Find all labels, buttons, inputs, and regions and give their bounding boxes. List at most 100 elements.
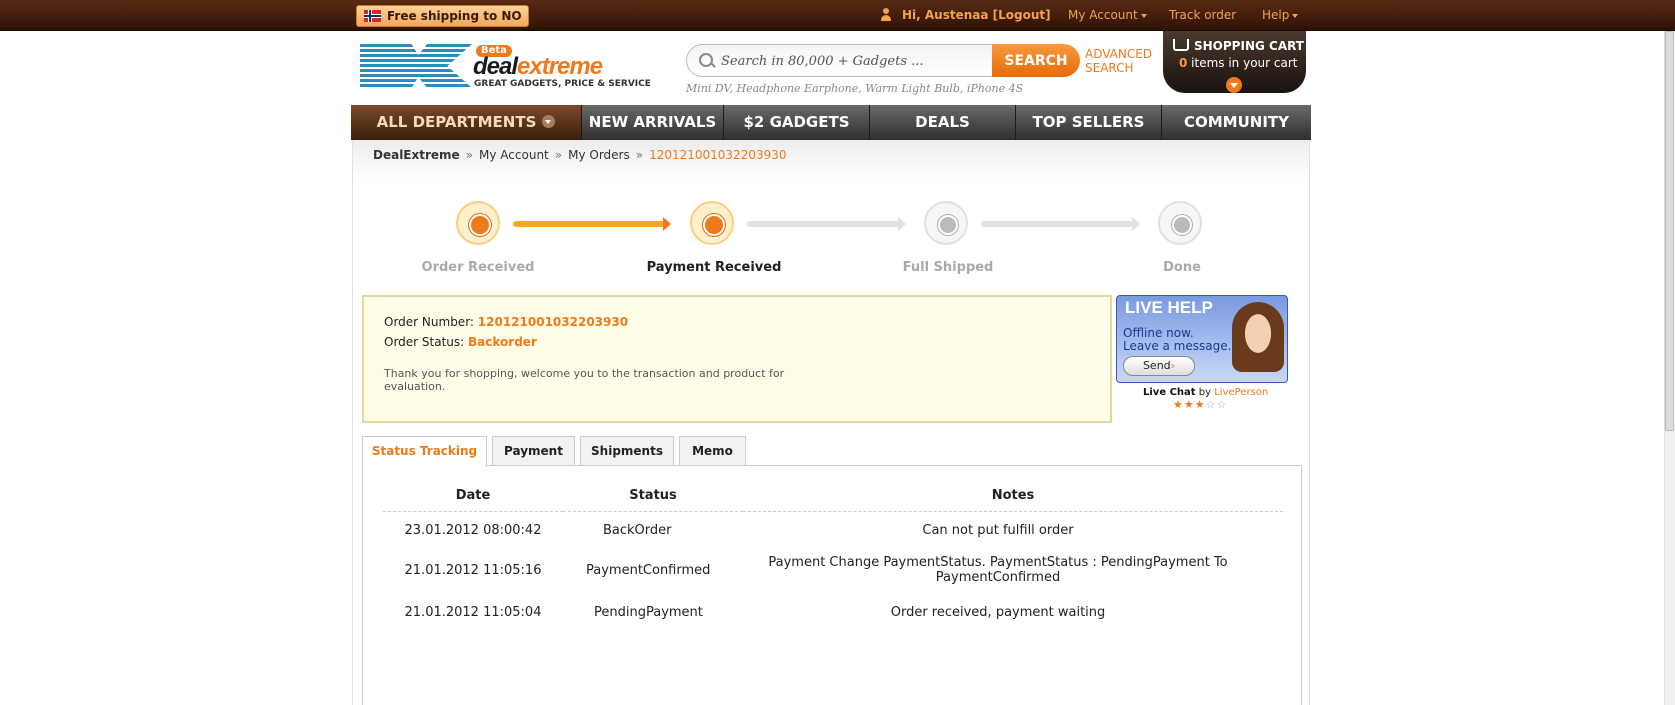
progress-connector — [747, 217, 906, 231]
chevron-right-icon: › — [1170, 359, 1176, 372]
dx-logo-mark — [360, 44, 472, 88]
brand-name: dealextreme — [473, 53, 603, 81]
search-icon — [699, 53, 713, 67]
main-nav: ALL DEPARTMENTS NEW ARRIVALS $2 GADGETS … — [351, 105, 1311, 140]
help-menu[interactable]: Help — [1262, 8, 1299, 22]
thank-you-message: Thank you for shopping, welcome you to t… — [384, 367, 785, 393]
nav-all-departments[interactable]: ALL DEPARTMENTS — [351, 105, 581, 140]
tab-payment[interactable]: Payment — [492, 436, 575, 465]
chevron-down-icon[interactable] — [1226, 77, 1242, 93]
nav-label: ALL DEPARTMENTS — [376, 113, 537, 131]
norway-flag-icon — [364, 10, 381, 22]
column-header-date: Date — [383, 481, 563, 512]
scrollbar-thumb[interactable] — [1665, 31, 1674, 431]
search-suggestions[interactable]: Mini DV, Headphone Earphone, Warm Light … — [686, 82, 1023, 95]
row-notes: Can not put fulfill order — [922, 522, 1074, 538]
breadcrumb-my-orders[interactable]: My Orders — [568, 148, 630, 162]
advanced-search-link[interactable]: ADVANCED SEARCH — [1085, 47, 1152, 75]
row-status: PendingPayment — [594, 604, 703, 620]
dealextreme-logo[interactable]: Beta dealextreme GREAT GADGETS, PRICE & … — [360, 44, 651, 92]
cart-icon — [1173, 39, 1189, 51]
order-status-label: Order Status: — [384, 335, 465, 349]
send-label: Send — [1142, 359, 1171, 372]
nav-deals[interactable]: DEALS — [869, 105, 1015, 140]
live-chat-by: by — [1198, 387, 1212, 398]
breadcrumb-separator: » — [465, 148, 474, 162]
greeting-logout-link[interactable]: Hi, Austenaa [Logout] — [902, 8, 1051, 22]
row-date: 23.01.2012 08:00:42 — [404, 522, 542, 538]
my-account-menu[interactable]: My Account — [1068, 8, 1147, 22]
order-number-row: Order Number: 120121001032203930 — [384, 315, 628, 329]
status-tracking-panel: Date Status Notes 23.01.2012 08:00:42 Ba… — [362, 465, 1302, 705]
rating-stars[interactable]: ★★★☆☆ — [1173, 398, 1227, 411]
step-payment-received-icon — [690, 201, 734, 245]
search-input[interactable] — [721, 50, 971, 72]
tab-memo[interactable]: Memo — [679, 436, 746, 465]
live-chat-label: Live Chat — [1143, 387, 1196, 398]
cart-count-suffix: items in your cart — [1187, 56, 1298, 70]
table-row: 21.01.2012 11:05:16 PaymentConfirmed Pay… — [383, 549, 1283, 591]
tab-status-tracking[interactable]: Status Tracking — [362, 436, 487, 467]
step-order-received-icon — [456, 201, 500, 245]
breadcrumb-my-account[interactable]: My Account — [479, 148, 549, 162]
chevron-down-icon — [542, 115, 556, 128]
step-full-shipped-label: Full Shipped — [902, 260, 994, 275]
step-order-received-label: Order Received — [421, 260, 535, 275]
progress-connector — [513, 217, 671, 231]
brand-extreme: extreme — [517, 53, 603, 80]
step-payment-received-label: Payment Received — [646, 260, 782, 275]
step-done-label: Done — [1163, 260, 1201, 275]
row-status: BackOrder — [603, 522, 672, 538]
nav-2-gadgets[interactable]: $2 GADGETS — [723, 105, 869, 140]
help-label: Help — [1262, 8, 1290, 22]
step-full-shipped-icon — [924, 201, 968, 245]
advanced-search-line2: SEARCH — [1085, 61, 1134, 75]
cart-title: SHOPPING CART — [1194, 39, 1304, 53]
table-row: 23.01.2012 08:00:42 BackOrder Can not pu… — [383, 511, 1283, 549]
live-help-line2: Leave a message. — [1123, 339, 1232, 353]
order-status-value: Backorder — [468, 335, 537, 349]
step-done-icon — [1158, 201, 1202, 245]
progress-connector — [981, 217, 1140, 231]
my-account-label: My Account — [1068, 8, 1138, 22]
advanced-search-line1: ADVANCED — [1085, 47, 1153, 61]
nav-new-arrivals[interactable]: NEW ARRIVALS — [581, 105, 723, 140]
order-info-box: Order Number: 120121001032203930 Order S… — [362, 295, 1112, 423]
star-icon[interactable]: ☆ — [1217, 398, 1228, 411]
free-shipping-label: Free shipping to NO — [387, 9, 522, 23]
column-header-notes: Notes — [743, 481, 1283, 512]
chevron-down-icon — [1140, 13, 1147, 18]
live-help-widget[interactable]: LIVE HELP Offline now. Leave a message. … — [1116, 295, 1288, 383]
star-icon[interactable]: ★ — [1184, 398, 1195, 411]
send-message-button[interactable]: Send› — [1123, 356, 1195, 376]
star-icon[interactable]: ★ — [1173, 398, 1184, 411]
status-tracking-table: Date Status Notes 23.01.2012 08:00:42 Ba… — [383, 481, 1283, 633]
breadcrumb-separator: » — [554, 148, 563, 162]
search-button[interactable]: SEARCH — [992, 44, 1080, 77]
row-notes: Order received, payment waiting — [890, 604, 1106, 620]
star-icon[interactable]: ★ — [1195, 398, 1206, 411]
breadcrumb-home[interactable]: DealExtreme — [373, 148, 460, 162]
order-detail-panel: DealExtreme » My Account » My Orders » 1201210… — [352, 140, 1310, 705]
liveperson-link[interactable]: LivePerson — [1214, 387, 1268, 398]
shopping-cart-button[interactable]: SHOPPING CART 0 items in your cart — [1163, 31, 1306, 93]
tab-shipments[interactable]: Shipments — [580, 436, 674, 465]
row-date: 21.01.2012 11:05:16 — [404, 562, 542, 578]
nav-community[interactable]: COMMUNITY — [1161, 105, 1311, 140]
chevron-down-icon — [1292, 13, 1299, 18]
support-agent-avatar — [1232, 302, 1284, 372]
live-chat-credit: Live Chat by LivePerson — [1143, 387, 1268, 398]
cart-count: 0 items in your cart — [1179, 56, 1298, 70]
top-bar: Free shipping to NO Hi, Austenaa [Logout… — [0, 0, 1675, 31]
order-number-value: 120121001032203930 — [477, 315, 629, 329]
nav-top-sellers[interactable]: TOP SELLERS — [1015, 105, 1161, 140]
track-order-link[interactable]: Track order — [1169, 8, 1236, 22]
order-status-row: Order Status: Backorder — [384, 335, 537, 349]
free-shipping-button[interactable]: Free shipping to NO — [356, 5, 529, 27]
star-icon[interactable]: ☆ — [1206, 398, 1217, 411]
search-box: SEARCH — [686, 44, 1080, 77]
order-number-label: Order Number: — [384, 315, 474, 329]
live-help-status: Offline now. Leave a message. — [1123, 327, 1231, 353]
brand-tagline: GREAT GADGETS, PRICE & SERVICE — [474, 79, 651, 89]
user-icon — [880, 8, 892, 22]
